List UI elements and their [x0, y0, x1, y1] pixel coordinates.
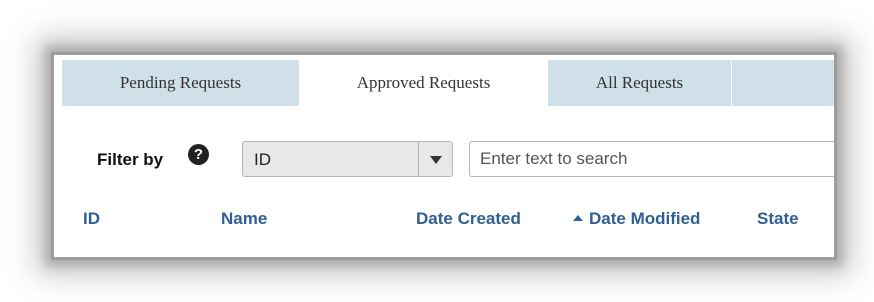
filter-row: Filter by ? ID	[54, 141, 834, 181]
select-divider	[418, 142, 419, 176]
filter-select-value: ID	[254, 150, 271, 169]
screenshot-stage: Pending Requests Approved Requests All R…	[0, 0, 874, 302]
column-header-date-modified[interactable]: Date Modified	[573, 209, 700, 229]
search-input[interactable]	[469, 141, 834, 177]
chevron-down-icon[interactable]	[430, 156, 442, 164]
table-header-row: ID Name Date Created Date Modified State	[54, 209, 834, 233]
column-header-date-modified-label: Date Modified	[589, 209, 701, 228]
requests-panel: Pending Requests Approved Requests All R…	[54, 55, 834, 257]
tab-approved-requests[interactable]: Approved Requests	[299, 60, 548, 106]
tab-bar: Pending Requests Approved Requests All R…	[62, 60, 834, 106]
tab-pending-requests[interactable]: Pending Requests	[62, 60, 299, 106]
column-header-name[interactable]: Name	[221, 209, 267, 229]
sort-ascending-icon	[573, 215, 583, 221]
filter-field-select[interactable]: ID	[242, 141, 453, 177]
filter-by-label: Filter by	[97, 150, 164, 169]
column-header-date-created[interactable]: Date Created	[416, 209, 521, 229]
tab-bar-filler	[732, 60, 834, 106]
column-header-id[interactable]: ID	[83, 209, 100, 229]
tab-all-requests[interactable]: All Requests	[548, 60, 732, 106]
column-header-state[interactable]: State	[757, 209, 799, 229]
question-circle-icon[interactable]: ?	[188, 144, 209, 165]
